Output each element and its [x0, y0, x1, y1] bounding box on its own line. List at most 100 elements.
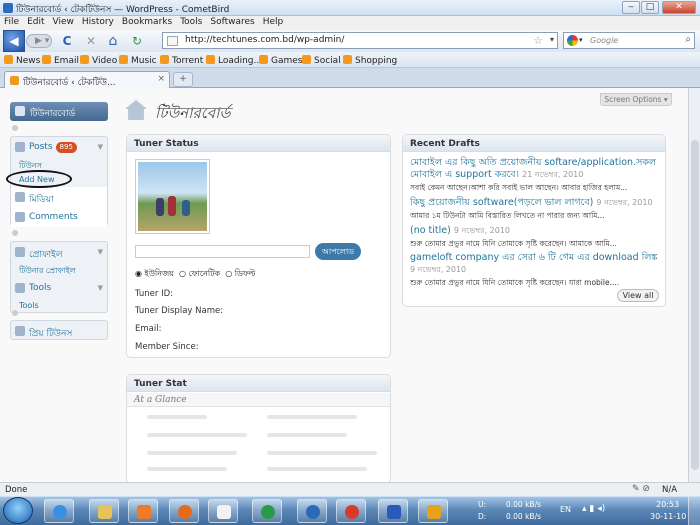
sidebar-item-profile[interactable]: প্রোফাইল ▼ [11, 242, 107, 262]
page-title: টিউনারবোর্ড [155, 104, 231, 122]
maximize-button[interactable]: □ [641, 1, 659, 14]
taskbar-media-icon[interactable] [128, 499, 158, 523]
engine-dropdown-icon[interactable]: ▾ [579, 36, 583, 44]
sidebar-item-favorite-tunes[interactable]: প্রিয় টিউনস [11, 321, 107, 341]
bookmark-star-icon[interactable]: ☆ [533, 34, 543, 47]
menu-help[interactable]: Help [259, 16, 288, 28]
search-icon[interactable]: ⌕ [685, 34, 691, 45]
forward-arrow-icon[interactable]: ▶ ▾ [26, 34, 52, 48]
draft-link[interactable]: gameloft company এর সেরা ৬ টি গেম এর dow… [410, 252, 660, 276]
upload-file-input[interactable] [135, 245, 310, 258]
download-speed: 0.00 kB/s [506, 512, 542, 521]
tray-icons[interactable]: ▴ ▮ ◂) [582, 504, 605, 514]
bookmark-video[interactable]: Video [80, 55, 117, 66]
back-arrow-icon[interactable]: ◀ [3, 30, 25, 52]
menu-tools[interactable]: Tools [176, 16, 206, 28]
window-title: টিউনারবোর্ড ‹ টেকটিউনস — WordPress - Com… [16, 5, 230, 15]
avatar[interactable] [135, 159, 210, 234]
radio-phonetic[interactable]: ○ ফোনেটিক [179, 269, 220, 278]
sidebar-sub-tools[interactable]: Tools [19, 301, 39, 310]
sidebar-item-posts[interactable]: Posts 895 ▼ [11, 137, 107, 157]
menu-history[interactable]: History [78, 16, 118, 28]
upload-speed: 0.00 kB/s [506, 500, 542, 509]
language-indicator[interactable]: EN [560, 505, 571, 514]
clock-date[interactable]: 30-11-10 [650, 512, 686, 521]
sidebar-sub-profile[interactable]: টিউনার প্রোফাইল [19, 265, 76, 278]
menu-bar: File Edit View History Bookmarks Tools Softwar… [0, 16, 700, 30]
sidebar-item-comments[interactable]: Comments [11, 207, 107, 227]
menu-softwares[interactable]: Softwares [206, 16, 258, 28]
start-button[interactable] [3, 497, 33, 524]
bookmark-email[interactable]: Email [42, 55, 79, 66]
media-icon [15, 192, 25, 202]
clock-time[interactable]: 20:53 [656, 500, 679, 509]
tab-close-icon[interactable]: × [157, 74, 165, 84]
draft-link[interactable]: মোবাইল এর কিছু অতি প্রয়োজনীয় softare/a… [410, 157, 660, 181]
url-dropdown-icon[interactable]: ▾ [550, 35, 554, 44]
show-desktop-button[interactable] [688, 497, 700, 525]
taskbar-ie-icon[interactable] [44, 499, 74, 523]
expand-caret-icon[interactable]: ▼ [98, 143, 103, 151]
sidebar-item-media[interactable]: মিডিয়া [11, 187, 107, 207]
menu-edit[interactable]: Edit [23, 16, 48, 28]
menu-view[interactable]: View [49, 16, 78, 28]
taskbar-download-icon[interactable] [297, 499, 327, 523]
close-button[interactable]: ✕ [662, 1, 696, 14]
tuner-status-widget: Tuner Status আপলোড ◉ ইউনিজয় ○ ফোনেটিক ○… [126, 134, 391, 358]
address-bar[interactable]: http://techtunes.com.bd/wp-admin/ ☆ ▾ [162, 32, 558, 49]
expand-caret-icon[interactable]: ▼ [98, 248, 103, 256]
google-icon[interactable] [567, 35, 578, 46]
bookmark-loading[interactable]: Loading... [206, 55, 262, 66]
upload-button[interactable]: আপলোড [315, 243, 361, 260]
annotation-circle [6, 170, 72, 188]
bookmark-social[interactable]: Social [302, 55, 341, 66]
minimize-button[interactable]: ‒ [622, 1, 640, 14]
menu-file[interactable]: File [0, 16, 23, 28]
reload-icon[interactable]: C [60, 34, 74, 48]
taskbar-keyboard-icon[interactable] [418, 499, 448, 523]
taskbar-explorer-icon[interactable] [89, 499, 119, 523]
comments-icon [15, 212, 25, 222]
tab-dashboard[interactable]: টিউনারবোর্ড ‹ টেকটিউ... × [4, 71, 170, 88]
recent-drafts-widget: Recent Drafts মোবাইল এর কিছু অতি প্রয়োজ… [402, 134, 666, 307]
taskbar-cometbird-icon[interactable] [252, 499, 282, 523]
taskbar-word-icon[interactable] [378, 499, 408, 523]
view-all-button[interactable]: View all [617, 289, 659, 302]
posts-count-badge: 895 [55, 142, 77, 153]
expand-caret-icon[interactable]: ▼ [98, 284, 103, 292]
url-text: http://techtunes.com.bd/wp-admin/ [185, 35, 345, 45]
vertical-scrollbar[interactable] [688, 88, 700, 482]
scroll-thumb[interactable] [691, 140, 699, 470]
feed-icon [42, 55, 51, 64]
posts-icon [15, 142, 25, 152]
draft-excerpt: আমার ১ম টিউনটা আমি বিস্তারিত লিখতে না পা… [410, 211, 605, 220]
taskbar-app-icon[interactable] [208, 499, 238, 523]
taskbar-browser-icon[interactable] [336, 499, 366, 523]
home-icon[interactable]: ⌂ [106, 34, 120, 48]
draft-excerpt: শুরু তোমার প্রভুর নামে যিনি তোমাকে সৃষ্ট… [410, 239, 617, 248]
new-tab-button[interactable]: + [173, 72, 193, 87]
draft-link[interactable]: (no title) 9 নভেম্বর, 2010 [410, 225, 660, 237]
bookmark-news[interactable]: News [4, 55, 40, 66]
taskbar-firefox-icon[interactable] [169, 499, 199, 523]
draft-link[interactable]: কিছু প্রয়োজনীয় software(পড়লে ভাল লাগব… [410, 197, 660, 209]
radio-unijoy[interactable]: ◉ ইউনিজয় [135, 269, 174, 278]
status-right-text: N/A [662, 485, 678, 495]
favorites-icon [15, 326, 25, 336]
bookmark-torrent[interactable]: Torrent [160, 55, 203, 66]
search-box[interactable]: ▾ Google ⌕ [563, 32, 695, 49]
radio-default[interactable]: ○ ডিফল্ট [225, 269, 255, 278]
addon-icon[interactable]: ↻ [130, 34, 144, 48]
at-a-glance-heading: At a Glance [134, 395, 187, 405]
bookmark-games[interactable]: Games [259, 55, 302, 66]
screen-options-button[interactable]: Screen Options ▾ [600, 93, 672, 106]
sidebar-item-tools[interactable]: Tools ▼ [11, 278, 107, 298]
bookmark-shopping[interactable]: Shopping [343, 55, 397, 66]
menu-bookmarks[interactable]: Bookmarks [118, 16, 176, 28]
stop-icon[interactable]: ✕ [84, 34, 98, 48]
download-label: D: [478, 512, 487, 521]
feed-icon [119, 55, 128, 64]
tools-status-icon[interactable]: ✎ ⊘ [632, 484, 650, 494]
sidebar-item-dashboard[interactable]: টিউনারবোর্ড [10, 102, 108, 121]
bookmark-music[interactable]: Music [119, 55, 157, 66]
